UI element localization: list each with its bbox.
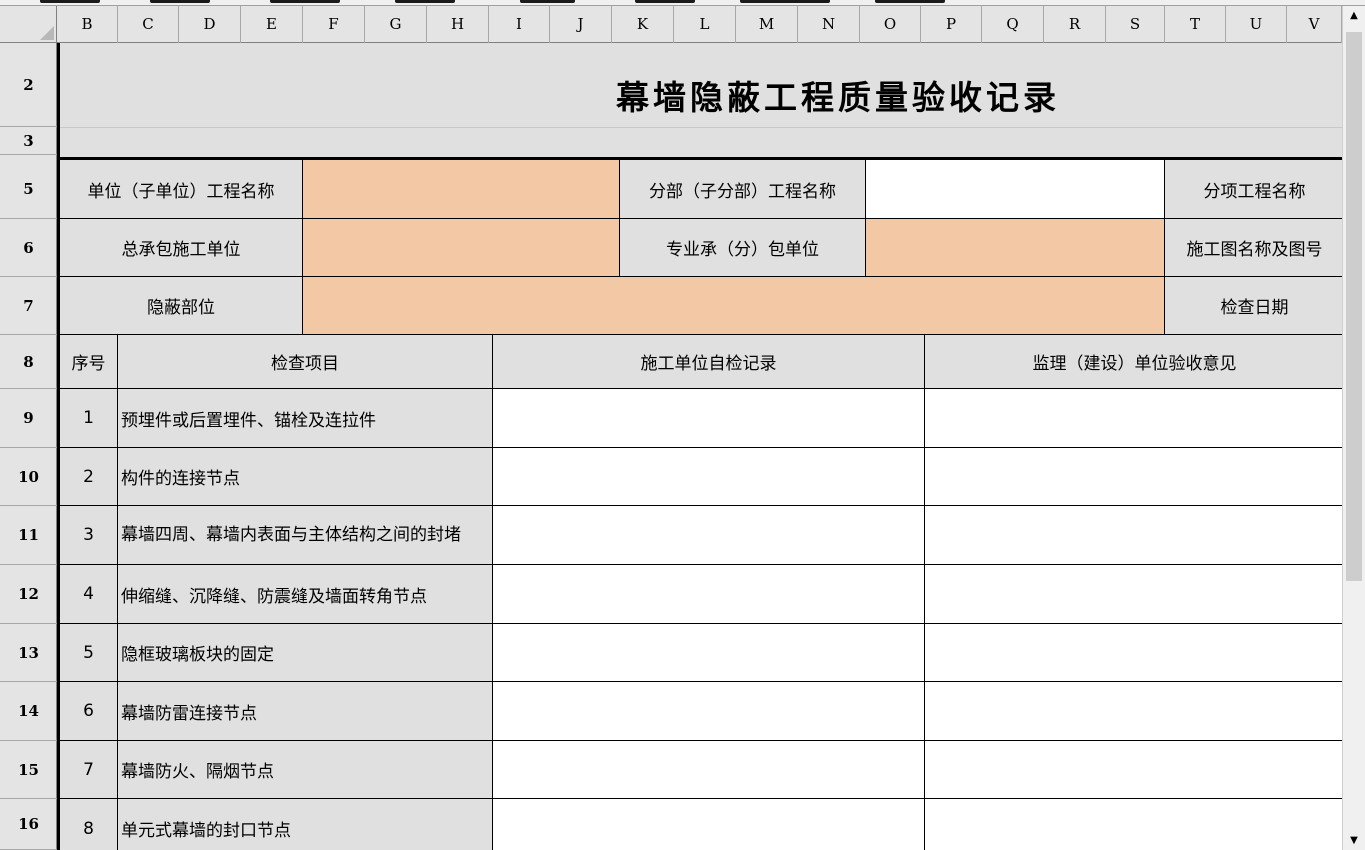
unit-project-name-label: 单位（子单位）工程名称 [60, 160, 303, 219]
item-seq: 4 [60, 565, 118, 624]
column-header-f[interactable]: F [303, 6, 365, 43]
item-seq: 3 [60, 506, 118, 565]
row-header-7[interactable]: 7 [0, 277, 57, 335]
title-merged-cell[interactable]: 幕墙隐蔽工程质量验收记录 [57, 43, 1342, 160]
triangle-down-icon: ▼ [1350, 835, 1358, 846]
column-header-n[interactable]: N [798, 6, 860, 43]
item-self-check-input[interactable] [493, 565, 925, 624]
item-self-check-input[interactable] [493, 389, 925, 448]
row-header-10[interactable]: 10 [0, 448, 57, 506]
item-name: 单元式幕墙的封口节点 [118, 799, 493, 850]
item-name: 伸缩缝、沉降缝、防震缝及墙面转角节点 [118, 565, 493, 624]
column-header-i[interactable]: I [489, 6, 550, 43]
row-header-9[interactable]: 9 [0, 389, 57, 448]
row-header-12[interactable]: 12 [0, 565, 57, 624]
item-self-check-input[interactable] [493, 682, 925, 741]
specialty-contractor-label: 专业承（分）包单位 [620, 219, 866, 277]
scroll-up-button[interactable]: ▲ [1343, 6, 1365, 25]
item-self-check-input[interactable] [493, 799, 925, 850]
sheet-grid: 幕墙隐蔽工程质量验收记录 单位（子单位）工程名称 分部（子分部）工程名称 分项工… [57, 43, 1342, 850]
item-seq: 6 [60, 682, 118, 741]
item-seq: 1 [60, 389, 118, 448]
subdivision-name-label: 分部（子分部）工程名称 [620, 160, 866, 219]
select-all-corner[interactable] [0, 6, 57, 43]
item-opinion-input[interactable] [925, 506, 1342, 565]
item-opinion-input[interactable] [925, 799, 1342, 850]
column-header-v[interactable]: V [1287, 6, 1342, 43]
inspection-date-label: 检查日期 [1165, 277, 1342, 335]
general-contractor-input[interactable] [303, 219, 620, 277]
column-header-m[interactable]: M [736, 6, 798, 43]
concealed-location-input[interactable] [303, 277, 1165, 335]
row-header-8[interactable]: 8 [0, 335, 57, 389]
row-header-bar: 2 3 5 6 7 8 9 10 11 12 13 14 15 16 [0, 43, 57, 850]
column-header-r[interactable]: R [1044, 6, 1106, 43]
row-header-5[interactable]: 5 [0, 160, 57, 219]
sub-item-name-label: 分项工程名称 [1165, 160, 1342, 219]
item-name: 幕墙四周、幕墙内表面与主体结构之间的封堵 [118, 506, 493, 565]
drawing-name-label: 施工图名称及图号 [1165, 219, 1342, 277]
column-header-k[interactable]: K [612, 6, 674, 43]
row-divider [60, 127, 1342, 128]
unit-project-name-input[interactable] [303, 160, 620, 219]
item-opinion-input[interactable] [925, 565, 1342, 624]
row-header-14[interactable]: 14 [0, 682, 57, 741]
subdivision-name-input[interactable] [866, 160, 1165, 219]
row-header-13[interactable]: 13 [0, 624, 57, 682]
item-column-header: 检查项目 [118, 335, 493, 389]
item-seq: 2 [60, 448, 118, 506]
row-header-11[interactable]: 11 [0, 506, 57, 565]
item-name: 幕墙防火、隔烟节点 [118, 741, 493, 799]
specialty-contractor-input[interactable] [866, 219, 1165, 277]
item-opinion-input[interactable] [925, 624, 1342, 682]
self-check-column-header: 施工单位自检记录 [493, 335, 925, 389]
row-header-6[interactable]: 6 [0, 219, 57, 277]
triangle-up-icon: ▲ [1350, 10, 1358, 21]
column-header-j[interactable]: J [550, 6, 612, 43]
column-header-d[interactable]: D [179, 6, 241, 43]
column-header-c[interactable]: C [118, 6, 179, 43]
row-header-3[interactable]: 3 [0, 127, 57, 155]
item-seq: 8 [60, 799, 118, 850]
form-title: 幕墙隐蔽工程质量验收记录 [616, 78, 1060, 117]
column-header-p[interactable]: P [921, 6, 982, 43]
item-name: 构件的连接节点 [118, 448, 493, 506]
item-name: 幕墙防雷连接节点 [118, 682, 493, 741]
row-header-16[interactable]: 16 [0, 799, 57, 850]
column-header-e[interactable]: E [241, 6, 303, 43]
item-self-check-input[interactable] [493, 741, 925, 799]
general-contractor-label: 总承包施工单位 [60, 219, 303, 277]
column-header-q[interactable]: Q [982, 6, 1044, 43]
item-self-check-input[interactable] [493, 448, 925, 506]
column-header-l[interactable]: L [674, 6, 736, 43]
item-name: 隐框玻璃板块的固定 [118, 624, 493, 682]
concealed-location-label: 隐蔽部位 [60, 277, 303, 335]
seq-column-header: 序号 [60, 335, 118, 389]
scrollbar-thumb[interactable] [1346, 32, 1362, 581]
vertical-scrollbar[interactable]: ▲ ▼ [1342, 6, 1365, 850]
item-opinion-input[interactable] [925, 448, 1342, 506]
item-self-check-input[interactable] [493, 624, 925, 682]
column-header-bar: B C D E F G H I J K L M N O P Q R S T U … [57, 6, 1342, 43]
item-seq: 5 [60, 624, 118, 682]
row-header-2[interactable]: 2 [0, 43, 57, 127]
item-opinion-input[interactable] [925, 682, 1342, 741]
column-header-t[interactable]: T [1165, 6, 1226, 43]
column-header-b[interactable]: B [57, 6, 118, 43]
item-opinion-input[interactable] [925, 741, 1342, 799]
supervision-opinion-column-header: 监理（建设）单位验收意见 [925, 335, 1342, 389]
scroll-down-button[interactable]: ▼ [1343, 831, 1365, 850]
item-self-check-input[interactable] [493, 506, 925, 565]
column-header-u[interactable]: U [1226, 6, 1287, 43]
item-name: 预埋件或后置埋件、锚栓及连拉件 [118, 389, 493, 448]
column-header-h[interactable]: H [427, 6, 489, 43]
column-header-o[interactable]: O [860, 6, 921, 43]
select-all-triangle-icon [40, 26, 54, 40]
item-opinion-input[interactable] [925, 389, 1342, 448]
column-header-s[interactable]: S [1106, 6, 1165, 43]
column-header-g[interactable]: G [365, 6, 427, 43]
row-header-15[interactable]: 15 [0, 741, 57, 799]
item-seq: 7 [60, 741, 118, 799]
